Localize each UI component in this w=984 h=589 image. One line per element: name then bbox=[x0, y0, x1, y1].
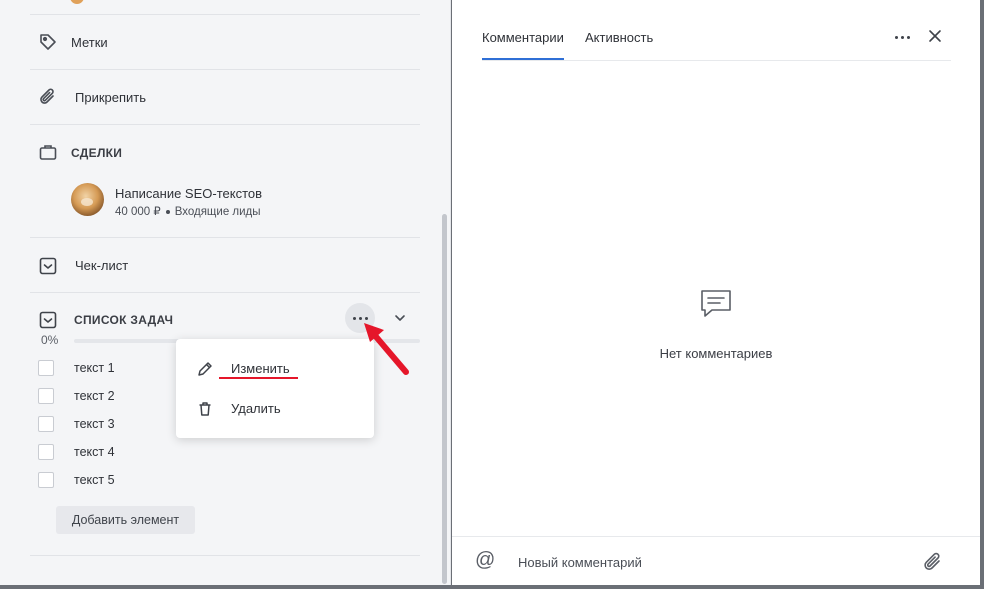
divider bbox=[452, 536, 980, 537]
deal-stage: Входящие лиды bbox=[174, 206, 261, 218]
add-item-button[interactable]: Добавить элемент bbox=[56, 506, 195, 534]
item-label[interactable]: текст 2 bbox=[74, 389, 115, 403]
tag-icon bbox=[38, 32, 58, 52]
comment-icon bbox=[699, 288, 733, 320]
item-label[interactable]: текст 5 bbox=[74, 473, 115, 487]
divider bbox=[30, 14, 420, 15]
menu-item-delete[interactable]: Удалить bbox=[176, 392, 374, 428]
context-menu: Изменить Удалить bbox=[176, 339, 374, 438]
paperclip-icon bbox=[38, 87, 58, 107]
checkbox-icon[interactable] bbox=[38, 310, 58, 330]
close-icon[interactable] bbox=[928, 29, 942, 43]
labels-row[interactable]: Метки bbox=[71, 35, 108, 50]
separator-dot bbox=[165, 209, 170, 214]
item-label[interactable]: текст 1 bbox=[74, 361, 115, 375]
paperclip-icon[interactable] bbox=[922, 551, 944, 573]
item-label[interactable]: текст 4 bbox=[74, 445, 115, 459]
menu-item-label: Удалить bbox=[231, 401, 281, 416]
deal-meta: 40 000 ₽ Входящие лиды bbox=[115, 204, 261, 218]
divider bbox=[30, 555, 420, 556]
deals-title: СДЕЛКИ bbox=[71, 146, 123, 160]
avatar bbox=[70, 0, 84, 4]
comments-panel: Комментарии Активность Нет комментариев … bbox=[452, 0, 980, 585]
deal-avatar bbox=[71, 183, 104, 216]
item-checkbox[interactable] bbox=[38, 444, 54, 460]
task-details-panel: Метки Прикрепить СДЕЛКИ Написание SEO-те… bbox=[0, 0, 451, 585]
item-checkbox[interactable] bbox=[38, 388, 54, 404]
checkbox-icon bbox=[38, 256, 58, 276]
highlight-underline bbox=[219, 377, 298, 379]
more-options-button[interactable] bbox=[893, 34, 913, 40]
item-label[interactable]: текст 3 bbox=[74, 417, 115, 431]
app-window: Метки Прикрепить СДЕЛКИ Написание SEO-те… bbox=[0, 0, 984, 589]
deal-title[interactable]: Написание SEO-текстов bbox=[115, 186, 262, 201]
dot bbox=[352, 316, 356, 320]
menu-item-edit[interactable]: Изменить bbox=[176, 352, 374, 388]
mention-icon[interactable]: @ bbox=[475, 549, 495, 572]
checklist-row[interactable]: Чек-лист bbox=[75, 258, 128, 273]
divider bbox=[30, 124, 420, 125]
empty-state-text: Нет комментариев bbox=[659, 346, 773, 361]
progress-label: 0% bbox=[41, 333, 59, 347]
list-item: текст 5 bbox=[38, 472, 338, 490]
divider bbox=[30, 69, 420, 70]
menu-item-label: Изменить bbox=[231, 361, 290, 376]
item-checkbox[interactable] bbox=[38, 360, 54, 376]
divider bbox=[30, 292, 420, 293]
attach-row[interactable]: Прикрепить bbox=[75, 90, 146, 105]
comment-input[interactable] bbox=[518, 550, 898, 574]
trash-icon bbox=[196, 400, 214, 418]
dot bbox=[906, 35, 910, 39]
pencil-icon bbox=[196, 360, 214, 378]
divider bbox=[30, 237, 420, 238]
tab-comments[interactable]: Комментарии bbox=[482, 30, 564, 45]
item-checkbox[interactable] bbox=[38, 472, 54, 488]
divider bbox=[482, 60, 951, 61]
item-checkbox[interactable] bbox=[38, 416, 54, 432]
annotation-arrow bbox=[364, 323, 409, 375]
list-item: текст 4 bbox=[38, 444, 338, 462]
tab-activity[interactable]: Активность bbox=[585, 30, 653, 45]
briefcase-icon bbox=[38, 142, 58, 162]
scrollbar[interactable] bbox=[442, 214, 447, 584]
deal-amount: 40 000 ₽ bbox=[115, 206, 161, 218]
task-list-title: СПИСОК ЗАДАЧ bbox=[74, 313, 174, 327]
dot bbox=[894, 35, 898, 39]
dot bbox=[900, 35, 904, 39]
